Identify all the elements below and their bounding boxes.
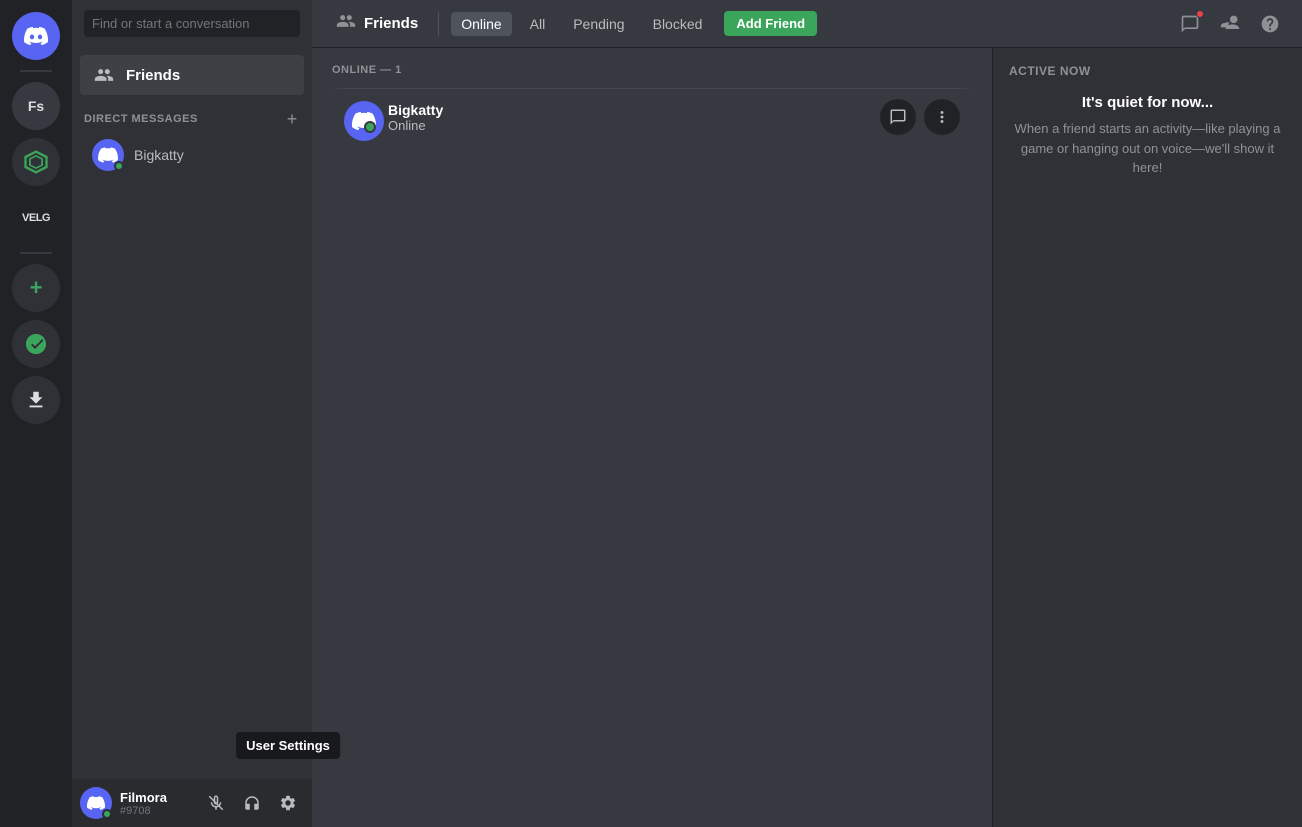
friends-nav-label: Friends [126, 67, 180, 84]
direct-messages-label: DIRECT MESSAGES [84, 113, 198, 125]
nav-divider [438, 12, 439, 36]
bigkatty-friend-avatar [344, 101, 384, 141]
friend-row-bigkatty[interactable]: Bigkatty Online [332, 88, 972, 145]
friends-nav-label: Friends [364, 15, 418, 32]
user-actions: User Settings [200, 787, 304, 819]
download-apps-button[interactable] [12, 376, 60, 424]
server-sidebar: Fs VELG + [0, 0, 72, 827]
friends-nav-item[interactable]: Friends [80, 55, 304, 95]
bigkatty-friend-info: Bigkatty Online [388, 102, 880, 133]
server-divider-2 [20, 252, 52, 254]
add-server-icon: + [30, 275, 43, 301]
search-input[interactable] [84, 10, 300, 37]
self-user-info: Filmora #9708 [120, 790, 192, 817]
active-now-panel: ACTIVE NOW It's quiet for now... When a … [992, 48, 1302, 827]
inbox-button[interactable] [1214, 8, 1246, 40]
add-dm-button[interactable]: + [284, 111, 300, 127]
add-server-button[interactable]: + [12, 264, 60, 312]
server-nitro[interactable] [12, 138, 60, 186]
explore-servers-button[interactable] [12, 320, 60, 368]
self-status-dot [102, 809, 112, 819]
bigkatty-dm-username: Bigkatty [134, 147, 184, 163]
friends-nav-button[interactable]: Friends [328, 7, 426, 40]
new-group-dm-badge [1196, 10, 1204, 18]
deafen-button[interactable] [236, 787, 268, 819]
top-nav: Friends Online All Pending Blocked Add F… [312, 0, 1302, 48]
bigkatty-more-button[interactable] [924, 99, 960, 135]
self-discriminator: #9708 [120, 805, 192, 817]
search-bar-container [72, 0, 312, 47]
friends-area: ONLINE — 1 Bigkatty Online [312, 48, 1302, 827]
help-button[interactable] [1254, 8, 1286, 40]
bigkatty-status-dot [114, 161, 124, 171]
server-fs-label: Fs [28, 98, 44, 114]
server-velg-label: VELG [22, 212, 50, 224]
tab-online[interactable]: Online [451, 12, 511, 36]
dm-user-bigkatty[interactable]: Bigkatty [80, 131, 304, 179]
bigkatty-friend-avatar-container [344, 101, 376, 133]
discord-home-button[interactable] [12, 12, 60, 60]
quiet-title: It's quiet for now... [1009, 94, 1286, 111]
bigkatty-friend-name: Bigkatty [388, 102, 880, 118]
self-avatar-container [80, 787, 112, 819]
bigkatty-avatar-container [92, 139, 124, 171]
dm-sidebar: Friends DIRECT MESSAGES + Bigkatty [72, 0, 312, 827]
new-group-dm-button[interactable] [1174, 8, 1206, 40]
main-content: Friends Online All Pending Blocked Add F… [312, 0, 1302, 827]
server-velg[interactable]: VELG [12, 194, 60, 242]
user-panel: Filmora #9708 User Settings [72, 779, 312, 827]
add-friend-button[interactable]: Add Friend [724, 11, 817, 36]
bigkatty-friend-actions [880, 99, 960, 135]
tab-all[interactable]: All [520, 12, 556, 36]
settings-button[interactable]: User Settings [272, 787, 304, 819]
quiet-description: When a friend starts an activity—like pl… [1009, 119, 1286, 178]
active-now-title: ACTIVE NOW [1009, 64, 1286, 78]
self-username: Filmora [120, 790, 192, 805]
bigkatty-message-button[interactable] [880, 99, 916, 135]
tab-pending[interactable]: Pending [563, 12, 634, 36]
friends-nav-icon [336, 11, 356, 36]
bigkatty-friend-status: Online [388, 118, 880, 133]
bigkatty-friend-status-dot [364, 121, 376, 133]
server-divider-1 [20, 70, 52, 72]
friends-list: ONLINE — 1 Bigkatty Online [312, 48, 992, 827]
dm-section: Friends DIRECT MESSAGES + Bigkatty [72, 47, 312, 779]
online-header: ONLINE — 1 [332, 64, 972, 76]
friends-icon [92, 63, 116, 87]
direct-messages-header: DIRECT MESSAGES + [72, 95, 312, 131]
mute-button[interactable] [200, 787, 232, 819]
tab-blocked[interactable]: Blocked [643, 12, 713, 36]
server-fs[interactable]: Fs [12, 82, 60, 130]
